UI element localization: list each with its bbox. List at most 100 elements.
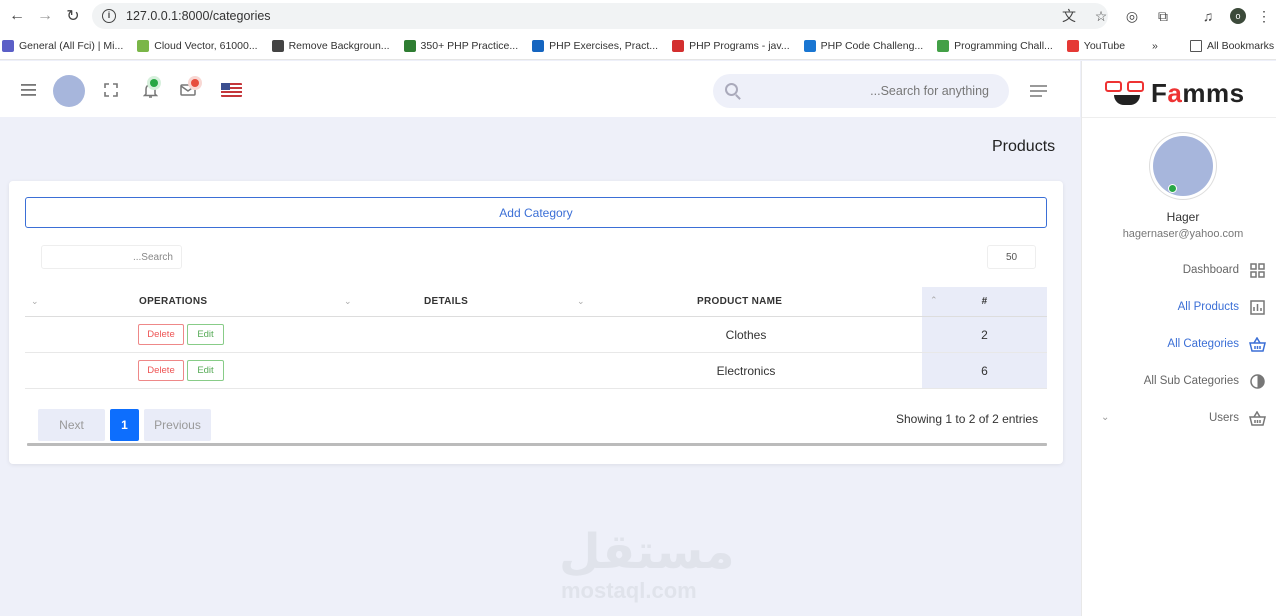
page-size-select[interactable]: 50: [987, 245, 1036, 269]
bookmark-favicon-icon: [803, 40, 816, 52]
bookmark-item[interactable]: Cloud Vector, 61000...: [137, 40, 258, 52]
search-icon: [725, 83, 738, 96]
glasses-mustache-icon: [1104, 78, 1149, 108]
column-header-operations[interactable]: OPERATIONS: [139, 287, 207, 316]
bookmark-favicon-icon: [672, 40, 685, 52]
menu-icon[interactable]: ⋮: [1254, 0, 1274, 32]
categories-table: ⌄ OPERATIONS ⌄ DETAILS ⌄ PRODUCT NAME ⌃ …: [25, 287, 1047, 389]
add-category-button[interactable]: Add Category: [25, 197, 1047, 228]
extension-circle-icon[interactable]: ◎: [1117, 0, 1147, 32]
table-row: Delete Edit Electronics 6: [25, 353, 1047, 389]
hamburger-icon[interactable]: [19, 79, 37, 101]
site-info-icon[interactable]: i: [102, 9, 116, 23]
edit-button[interactable]: Edit: [187, 360, 224, 381]
previous-page-button[interactable]: Previous: [144, 409, 211, 441]
bookmark-favicon-icon: [403, 40, 416, 52]
bookmark-item[interactable]: YouTube: [1066, 40, 1125, 52]
table-search[interactable]: [41, 245, 182, 269]
browser-toolbar: ← → ↻ i 127.0.0.1:8000/categories 文 ☆ ◎ …: [0, 0, 1276, 32]
operations-cell: Delete Edit: [138, 353, 224, 388]
reload-icon[interactable]: ↻: [62, 5, 84, 27]
next-page-button[interactable]: Next: [38, 409, 105, 441]
all-bookmarks[interactable]: All Bookmarks: [1190, 40, 1274, 52]
bookmark-favicon-icon: [532, 40, 545, 52]
delete-button[interactable]: Delete: [138, 360, 184, 381]
column-header-details[interactable]: DETAILS: [424, 287, 468, 316]
align-right-icon[interactable]: [1030, 85, 1047, 97]
famms-logo[interactable]: Famms: [1104, 76, 1245, 110]
sidebar-item-dashboard[interactable]: Dashboard: [1183, 259, 1266, 281]
watermark-latin: mostaql.com: [561, 578, 697, 603]
operations-cell: Delete Edit: [138, 317, 224, 352]
product-name-cell: Clothes: [725, 327, 767, 342]
forward-icon[interactable]: →: [34, 5, 56, 27]
edit-button[interactable]: Edit: [187, 324, 224, 345]
us-flag-icon[interactable]: [221, 83, 242, 97]
header-search[interactable]: [713, 74, 1009, 108]
sidebar: Famms Hager hagernaser@yahoo.com Dashboa…: [1081, 61, 1276, 616]
notification-badge: [150, 79, 158, 87]
sidebar-divider: [1082, 117, 1276, 118]
avatar[interactable]: [53, 75, 85, 107]
address-bar[interactable]: i 127.0.0.1:8000/categories: [92, 3, 1108, 29]
product-name-cell: Electronics: [716, 363, 776, 378]
profile-avatar[interactable]: o: [1223, 0, 1253, 32]
chart-icon: [1249, 299, 1266, 316]
sort-icon[interactable]: ⌄: [31, 296, 39, 307]
sort-asc-icon: ⌃: [930, 295, 938, 305]
sidebar-item-all-categories[interactable]: All Categories: [1167, 333, 1266, 355]
horizontal-scrollbar[interactable]: [27, 443, 1047, 446]
table-row: Delete Edit Clothes 2: [25, 317, 1047, 353]
bookmark-favicon-icon: [1066, 40, 1079, 52]
fullscreen-icon[interactable]: [103, 79, 119, 101]
page-title: Products: [992, 138, 1056, 155]
pagination: Next 1 Previous: [38, 409, 211, 441]
sort-icon[interactable]: ⌄: [577, 296, 585, 307]
chevron-down-icon[interactable]: ⌄: [1101, 412, 1109, 423]
bookmark-item[interactable]: PHP Programs - jav...: [672, 40, 790, 52]
table-search-input[interactable]: [42, 246, 181, 268]
back-icon[interactable]: ←: [6, 5, 28, 27]
bookmark-item[interactable]: 350+ PHP Practice...: [403, 40, 518, 52]
logo-text: Famms: [1151, 77, 1245, 108]
current-page-button[interactable]: 1: [110, 409, 139, 441]
sort-icon[interactable]: ⌄: [344, 296, 352, 307]
bookmark-item[interactable]: Programming Chall...: [937, 40, 1053, 52]
user-email: hagernaser@yahoo.com: [1122, 228, 1244, 240]
mail-badge: [191, 79, 199, 87]
dashboard-icon: [1249, 262, 1266, 279]
app-header: [0, 61, 1080, 117]
user-name: Hager: [1166, 210, 1200, 224]
bookmark-item[interactable]: General (All Fci) | Mi...: [2, 40, 123, 52]
basket-icon: [1249, 410, 1266, 427]
bookmark-favicon-icon: [937, 40, 950, 52]
column-header-number[interactable]: ⌃ #: [922, 287, 1047, 316]
entries-info: Showing 1 to 2 of 2 entries: [896, 412, 1039, 426]
user-avatar[interactable]: [1153, 136, 1213, 196]
media-icon[interactable]: ♫: [1193, 0, 1223, 32]
watermark-arabic: مستقل: [559, 524, 735, 580]
sidebar-item-users[interactable]: Users: [1209, 407, 1266, 429]
bookmark-item[interactable]: PHP Code Challeng...: [803, 40, 923, 52]
bookmark-favicon-icon: [137, 40, 150, 52]
sidebar-item-all-sub-categories[interactable]: All Sub Categories: [1144, 370, 1266, 392]
number-cell: 6: [922, 353, 1047, 388]
bookmark-favicon-icon: [2, 40, 14, 52]
online-status-dot: [1168, 184, 1177, 193]
star-icon[interactable]: ☆: [1086, 0, 1116, 32]
contrast-icon: [1249, 373, 1266, 390]
bookmark-item[interactable]: Remove Backgroun...: [271, 40, 390, 52]
folder-icon: [1190, 40, 1202, 52]
delete-button[interactable]: Delete: [138, 324, 184, 345]
basket-icon: [1249, 336, 1266, 353]
extensions-icon[interactable]: ⧉: [1148, 0, 1178, 32]
header-search-input[interactable]: [713, 74, 1009, 108]
sidebar-item-all-products[interactable]: All Products: [1178, 296, 1266, 318]
translate-icon[interactable]: 文: [1054, 0, 1084, 32]
number-cell: 2: [922, 317, 1047, 352]
bookmarks-bar: General (All Fci) | Mi... Cloud Vector, 6…: [0, 32, 1276, 60]
url-text: 127.0.0.1:8000/categories: [126, 9, 271, 23]
more-bookmarks-icon[interactable]: »: [1152, 40, 1158, 52]
bookmark-item[interactable]: PHP Exercises, Pract...: [532, 40, 658, 52]
column-header-product-name[interactable]: PRODUCT NAME: [697, 287, 782, 316]
